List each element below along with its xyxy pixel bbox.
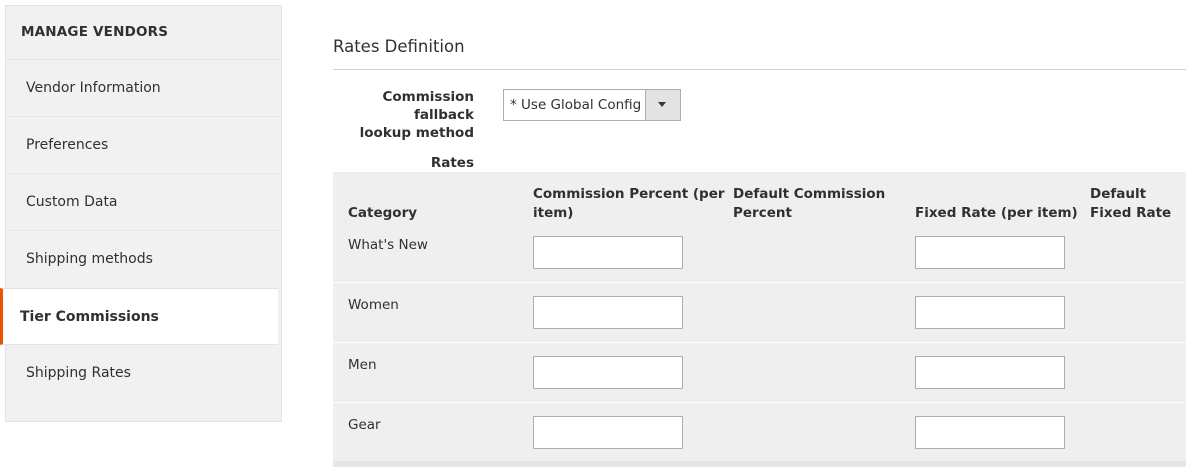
table-footer-strip xyxy=(333,461,1186,467)
header-default-commission-line2: Percent xyxy=(733,205,792,221)
chevron-down-icon xyxy=(658,102,666,107)
category-name: What's New xyxy=(348,237,428,253)
fixed-rate-input[interactable] xyxy=(915,236,1065,269)
header-default-commission: Default Commission Percent xyxy=(733,185,885,223)
section-title: Rates Definition xyxy=(333,37,465,56)
fixed-rate-input[interactable] xyxy=(915,356,1065,389)
fallback-label-line1: Commission fallback xyxy=(382,89,474,123)
header-default-fixed-line2: Fixed Rate xyxy=(1090,205,1172,221)
sidebar-item-tier-commissions[interactable]: Tier Commissions xyxy=(0,288,278,345)
header-fixed-rate: Fixed Rate (per item) xyxy=(915,205,1078,221)
header-category: Category xyxy=(348,205,418,221)
section-divider xyxy=(333,69,1186,70)
sidebar-item-preferences[interactable]: Preferences xyxy=(6,117,281,174)
sidebar-title: MANAGE VENDORS xyxy=(6,6,281,60)
header-default-fixed-rate: Default Fixed Rate xyxy=(1090,185,1171,223)
category-name: Women xyxy=(348,297,399,313)
fixed-rate-input[interactable] xyxy=(915,416,1065,449)
fallback-lookup-select[interactable]: * Use Global Config xyxy=(503,89,681,121)
select-dropdown-button[interactable] xyxy=(645,90,680,120)
commission-percent-input[interactable] xyxy=(533,236,683,269)
rates-label: Rates xyxy=(430,155,474,171)
table-row: Women xyxy=(333,282,1186,343)
sidebar-item-custom-data[interactable]: Custom Data xyxy=(6,174,281,231)
fallback-lookup-label: Commission fallback lookup method xyxy=(333,88,474,142)
sidebar-item-shipping-methods[interactable]: Shipping methods xyxy=(6,231,281,288)
sidebar-item-shipping-rates[interactable]: Shipping Rates xyxy=(6,345,281,402)
sidebar-item-vendor-information[interactable]: Vendor Information xyxy=(6,60,281,117)
fallback-label-line2: lookup method xyxy=(359,125,474,141)
header-commission-percent-line1: Commission Percent (per xyxy=(533,186,725,202)
commission-percent-input[interactable] xyxy=(533,416,683,449)
header-default-commission-line1: Default Commission xyxy=(733,186,886,202)
header-commission-percent-line2: item) xyxy=(533,205,574,221)
category-name: Gear xyxy=(348,417,381,433)
vendor-sidebar: MANAGE VENDORS Vendor Information Prefer… xyxy=(0,5,282,422)
commission-percent-input[interactable] xyxy=(533,356,683,389)
table-row: Gear xyxy=(333,402,1186,463)
header-default-fixed-line1: Default xyxy=(1090,186,1147,202)
commission-percent-input[interactable] xyxy=(533,296,683,329)
category-name: Men xyxy=(348,357,377,373)
fallback-lookup-value: * Use Global Config xyxy=(510,97,642,113)
fixed-rate-input[interactable] xyxy=(915,296,1065,329)
header-commission-percent: Commission Percent (per item) xyxy=(533,185,725,223)
table-row: Men xyxy=(333,342,1186,403)
rates-table: Category Commission Percent (per item) D… xyxy=(333,172,1186,467)
table-row: What's New xyxy=(333,228,1186,288)
